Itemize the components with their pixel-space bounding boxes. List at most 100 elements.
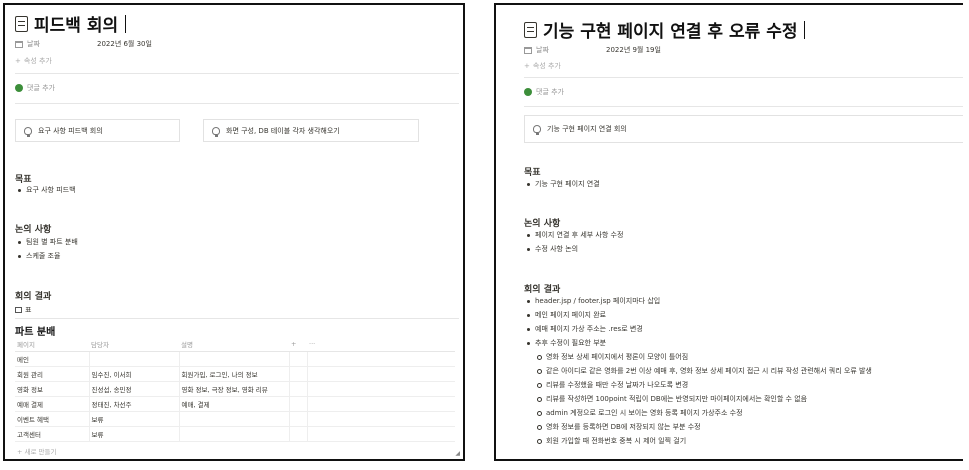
result-list: header.jsp / footer.jsp 페이지마다 삽입 메인 페이지 … xyxy=(524,294,660,350)
sub-result-list: 영화 정보 상세 페이지에서 평론이 모양이 틀어짐 같은 아이디로 같은 영화… xyxy=(524,350,872,448)
divider xyxy=(524,77,963,78)
left-title-row: 피드백 회의 xyxy=(15,11,127,36)
list-item: 예매 페이지 가상 주소는 .res로 변경 xyxy=(524,322,660,336)
add-property-label: 속성 추가 xyxy=(23,57,52,65)
table-header-row: 페이지 담당자 설명 + ··· xyxy=(15,338,455,352)
table-cell[interactable]: 회원가입, 로그인, 나의 정보 xyxy=(179,366,290,382)
table-cell[interactable] xyxy=(179,351,290,367)
list-item: 메인 페이지 페이지 완료 xyxy=(524,308,660,322)
table-row[interactable]: 이벤트 혜택 보류 xyxy=(15,411,455,427)
list-item: 수정 사항 논의 xyxy=(524,242,623,256)
date-property[interactable]: 날짜 2022년 9월 19일 xyxy=(524,45,661,55)
left-page-panel: 피드백 회의 날짜 2022년 6월 30일 + 속성 추가 댓글 추가 요구 … xyxy=(3,3,465,461)
add-property-button[interactable]: + 속성 추가 xyxy=(524,61,561,71)
column-header-page[interactable]: 페이지 xyxy=(15,338,89,352)
parts-database-table: 페이지 담당자 설명 + ··· 메인 회원 관리 임수진, 이서희 회원가입, 로… xyxy=(15,338,455,442)
plus-icon: + xyxy=(524,62,530,70)
callout-text: 화면 구성, DB 테이블 각자 생각해오기 xyxy=(226,126,340,135)
result-heading: 회의 결과 xyxy=(15,292,52,302)
date-property[interactable]: 날짜 2022년 6월 30일 xyxy=(15,39,152,49)
discussion-list: 페이지 연결 후 세부 사항 수정 수정 사항 논의 xyxy=(524,228,623,256)
lightbulb-icon xyxy=(24,126,32,137)
goal-list: 요구 사항 피드백 xyxy=(15,183,76,197)
add-column-button[interactable]: + xyxy=(289,338,307,352)
list-item: 요구 사항 피드백 xyxy=(15,183,76,197)
table-row[interactable]: 메인 xyxy=(15,351,455,367)
table-icon xyxy=(15,307,22,313)
right-page-panel: 기능 구현 페이지 연결 후 오류 수정 날짜 2022년 9월 19일 + 속… xyxy=(494,3,963,461)
table-cell[interactable]: 고객센터 xyxy=(15,426,90,442)
sub-list-item: 영화 정보를 등록하면 DB에 저장되지 않는 부분 수정 xyxy=(524,420,872,434)
sub-list-item: 같은 아이디로 같은 영화를 2번 이상 예매 후, 영화 정보 상세 페이지 … xyxy=(524,364,872,378)
callout-text: 기능 구현 페이지 연결 회의 xyxy=(547,125,627,133)
new-row-button[interactable]: + 새로 만들기 xyxy=(17,446,56,456)
sub-list-item: 리뷰를 작성하면 100point 적립이 DB에는 반영되지만 마이페이지에서… xyxy=(524,392,872,406)
date-label: 날짜 xyxy=(27,40,40,48)
date-value[interactable]: 2022년 6월 30일 xyxy=(97,39,152,49)
divider xyxy=(524,106,963,107)
add-comment-button[interactable]: 댓글 추가 xyxy=(524,87,564,97)
sub-list-item: 리뷰를 수정했을 때만 수정 날짜가 나오도록 변경 xyxy=(524,378,872,392)
add-property-button[interactable]: + 속성 추가 xyxy=(15,56,52,66)
list-item: 추후 수정이 필요한 부분 xyxy=(524,336,660,350)
callout-block[interactable]: 화면 구성, DB 테이블 각자 생각해오기 xyxy=(203,119,419,142)
add-comment-button[interactable]: 댓글 추가 xyxy=(15,83,55,93)
table-cell[interactable] xyxy=(179,411,290,427)
table-cell[interactable]: 보류 xyxy=(89,426,180,442)
table-cell[interactable]: 메인 xyxy=(15,351,90,367)
calendar-icon xyxy=(524,46,532,54)
calendar-icon xyxy=(15,40,23,48)
table-row[interactable]: 회원 관리 임수진, 이서희 회원가입, 로그인, 나의 정보 xyxy=(15,366,455,382)
table-cell[interactable]: 영화 정보 xyxy=(15,381,90,397)
lightbulb-icon xyxy=(533,125,541,135)
database-title[interactable]: 파트 분배 xyxy=(15,323,55,338)
table-cell[interactable]: 정태진, 차선주 xyxy=(89,396,180,412)
add-comment-label: 댓글 추가 xyxy=(536,88,564,96)
sub-list-item: admin 계정으로 로그인 시 보이는 영화 등록 페이지 가상주소 수정 xyxy=(524,406,872,420)
table-cell[interactable]: 예매 결제 xyxy=(15,396,90,412)
goal-list: 기능 구현 페이지 연결 xyxy=(524,177,600,191)
table-row[interactable]: 고객센터 보류 xyxy=(15,426,455,442)
divider xyxy=(15,103,459,104)
table-view-tab[interactable]: 표 xyxy=(15,305,31,315)
table-view-label: 표 xyxy=(25,306,32,314)
date-value[interactable]: 2022년 9월 19일 xyxy=(606,45,661,55)
more-options-button[interactable]: ··· xyxy=(307,338,455,352)
callout-block[interactable]: 기능 구현 페이지 연결 회의 xyxy=(524,115,963,143)
column-header-owner[interactable]: 담당자 xyxy=(89,338,179,352)
sub-list-item: 영화 정보 상세 페이지에서 평론이 모양이 틀어짐 xyxy=(524,350,872,364)
divider xyxy=(15,318,459,319)
avatar xyxy=(15,84,23,92)
table-cell[interactable]: 진성섭, 송민정 xyxy=(89,381,180,397)
table-cell[interactable]: 회원 관리 xyxy=(15,366,90,382)
column-header-description[interactable]: 설명 xyxy=(179,338,289,352)
table-cell[interactable]: 임수진, 이서희 xyxy=(89,366,180,382)
table-cell[interactable]: 이벤트 혜택 xyxy=(15,411,90,427)
lightbulb-icon xyxy=(212,126,220,137)
list-item: 페이지 연결 후 세부 사항 수정 xyxy=(524,228,623,242)
table-cell[interactable]: 예매, 결제 xyxy=(179,396,290,412)
add-property-label: 속성 추가 xyxy=(532,62,561,70)
page-title[interactable]: 기능 구현 페이지 연결 후 오류 수정 xyxy=(543,17,797,42)
list-item: 스케줄 조율 xyxy=(15,249,78,263)
sub-list-item: 회원 가입할 때 전화번호 중복 시 제어 일찍 걸기 xyxy=(524,434,872,448)
table-cell[interactable]: 보류 xyxy=(89,411,180,427)
page-title[interactable]: 피드백 회의 xyxy=(34,11,118,36)
page-icon xyxy=(524,21,537,38)
avatar xyxy=(524,88,532,96)
callout-block[interactable]: 요구 사항 피드백 회의 xyxy=(15,119,180,142)
right-title-row: 기능 구현 페이지 연결 후 오류 수정 xyxy=(524,17,806,42)
list-item: header.jsp / footer.jsp 페이지마다 삽입 xyxy=(524,294,660,308)
table-cell[interactable]: 영화 정보, 극장 정보, 영화 리뷰 xyxy=(179,381,290,397)
table-cell[interactable] xyxy=(179,426,290,442)
text-caret xyxy=(125,14,127,33)
date-label: 날짜 xyxy=(536,46,549,54)
resize-handle-icon[interactable]: ◢ xyxy=(455,450,460,457)
table-row[interactable]: 예매 결제 정태진, 차선주 예매, 결제 xyxy=(15,396,455,412)
discussion-list: 팀원 별 파트 분배 스케줄 조율 xyxy=(15,235,78,263)
table-cell[interactable] xyxy=(89,351,180,367)
divider xyxy=(15,73,459,74)
text-caret xyxy=(804,20,806,39)
table-row[interactable]: 영화 정보 진성섭, 송민정 영화 정보, 극장 정보, 영화 리뷰 xyxy=(15,381,455,397)
plus-icon: + xyxy=(15,57,21,65)
